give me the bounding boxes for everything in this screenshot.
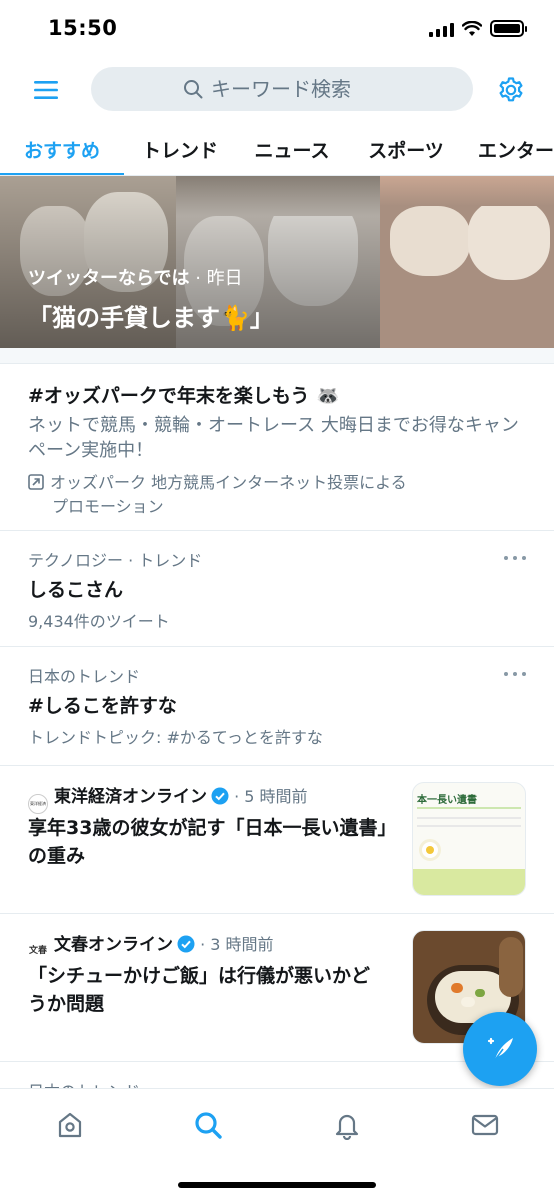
hero-meta: ツイッターならでは · 昨日 — [28, 264, 243, 290]
status-icons — [429, 20, 527, 37]
nav-explore[interactable] — [188, 1105, 228, 1145]
news-item[interactable]: 東洋経済 東洋経済オンライン · 5 時間前 享年33歳の彼女が記す「日本一長い遺… — [0, 766, 554, 914]
tab-recommended[interactable]: おすすめ — [0, 122, 124, 176]
battery-icon — [490, 20, 527, 37]
verified-icon — [211, 787, 229, 805]
section-gap — [0, 348, 554, 364]
status-bar: 15:50 — [0, 0, 554, 60]
search-input[interactable] — [211, 77, 381, 101]
trend-name: #しるこを許すな — [28, 695, 177, 717]
trend-tweet-count: 9,434件のツイート — [28, 612, 170, 631]
news-time: · 3 時間前 — [200, 935, 274, 954]
news-title: 享年33歳の彼女が記す「日本一長い遺書」 の重み — [28, 817, 397, 867]
news-time: · 5 時間前 — [234, 787, 308, 806]
tab-sports[interactable]: スポーツ — [348, 122, 464, 176]
nav-notifications[interactable] — [327, 1105, 367, 1145]
hero-title: 「猫の手貸します🐈」 — [28, 304, 274, 332]
header — [0, 60, 554, 120]
promoted-by: オッズパーク 地方競馬インターネット投票による プロモーション — [28, 471, 528, 519]
tab-entertainment[interactable]: エンター — [464, 122, 554, 176]
news-title: 「シチューかけご飯」は行儀が悪いかど うか問題 — [28, 965, 371, 1015]
promoter-line1: オッズパーク 地方競馬インターネット投票による — [50, 473, 407, 492]
home-icon — [58, 1112, 82, 1138]
explore-icon — [195, 1112, 222, 1139]
bell-icon — [335, 1114, 359, 1140]
thumbnail-text: 本一長い遺書 — [417, 795, 477, 806]
wifi-icon — [462, 20, 482, 36]
source-logo: 東洋経済 — [28, 794, 48, 814]
news-source: 東洋経済オンライン — [54, 787, 207, 807]
more-options-icon[interactable] — [504, 553, 526, 563]
news-thumbnail: 本一長い遺書 — [412, 782, 526, 896]
nav-home[interactable] — [50, 1105, 90, 1145]
promoted-trend[interactable]: #オッズパークで年末を楽しもう 🦝 ネットで競馬・競輪・オートレース 大晦日まで… — [0, 365, 554, 531]
compose-tweet-button[interactable] — [463, 1012, 537, 1086]
gear-icon — [499, 77, 523, 102]
promoted-arrow-icon — [28, 474, 44, 490]
source-logo: 文春 — [28, 946, 47, 956]
trend-category: 日本のトレンド — [28, 1078, 140, 1088]
hero-moment-card[interactable]: ツイッターならでは · 昨日 「猫の手貸します🐈」 — [0, 176, 554, 348]
settings-button[interactable] — [494, 73, 528, 107]
tab-news[interactable]: ニュース — [236, 122, 348, 176]
trend-topic: トレンドトピック: #かるてっとを許すな — [28, 728, 323, 747]
search-box[interactable] — [91, 67, 473, 111]
menu-icon — [34, 81, 58, 99]
trend-category: 日本のトレンド — [28, 667, 141, 686]
compose-icon — [487, 1037, 513, 1061]
promoted-title: #オッズパークで年末を楽しもう 🦝 — [28, 385, 340, 407]
trend-item[interactable]: テクノロジー · トレンド しるこさん 9,434件のツイート — [0, 531, 554, 647]
status-time: 15:50 — [48, 16, 118, 40]
promoter-line2: プロモーション — [52, 497, 164, 516]
explore-tabs: おすすめ トレンド ニュース スポーツ エンター — [0, 122, 554, 176]
trend-name: しるこさん — [28, 579, 124, 601]
hero-time: · 昨日 — [189, 268, 243, 289]
trend-item[interactable]: 日本のトレンド #しるこを許すな トレンドトピック: #かるてっとを許すな — [0, 647, 554, 766]
news-source: 文春オンライン — [54, 935, 173, 955]
promoted-description: ネットで競馬・競輪・オートレース 大晦日までお得なキャンペーン実施中！ — [28, 415, 519, 461]
news-source-line: 文春 文春オンライン · 3 時間前 — [28, 930, 274, 961]
trend-category: テクノロジー · トレンド — [28, 551, 203, 570]
search-icon — [184, 80, 203, 99]
hero-source: ツイッターならでは — [28, 268, 190, 289]
cellular-signal-icon — [429, 21, 454, 37]
nav-messages[interactable] — [465, 1105, 505, 1145]
more-options-icon[interactable] — [504, 669, 526, 679]
home-indicator — [178, 1182, 376, 1188]
news-source-line: 東洋経済 東洋経済オンライン · 5 時間前 — [28, 782, 308, 814]
menu-button[interactable] — [28, 73, 64, 107]
mail-icon — [471, 1114, 499, 1136]
tab-trends[interactable]: トレンド — [124, 122, 236, 176]
verified-icon — [177, 935, 195, 953]
